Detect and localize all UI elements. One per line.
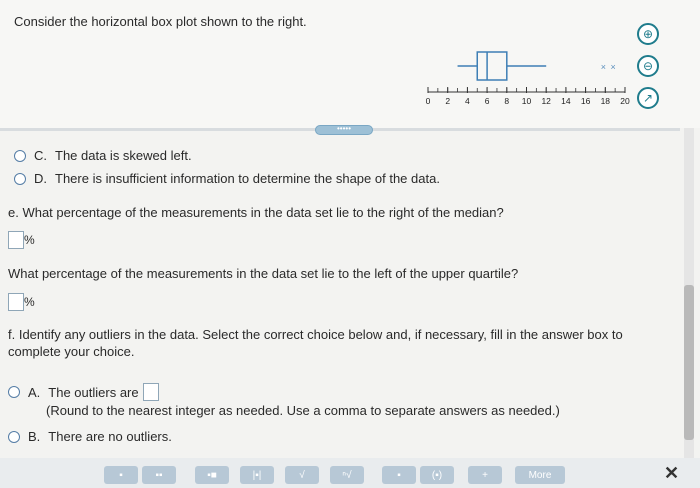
tick-label: 4 xyxy=(465,96,470,106)
iqr-box xyxy=(476,51,508,81)
open-external-icon[interactable]: ↗ xyxy=(637,87,659,109)
part-f-prompt-line1: f. Identify any outliers in the data. Se… xyxy=(8,327,623,342)
tick-label: 6 xyxy=(485,96,490,106)
option-d-letter: D. xyxy=(34,171,47,186)
plus-tool-icon[interactable]: + xyxy=(468,466,502,484)
part-f-prompt-line2: complete your choice. xyxy=(8,344,135,359)
part-e-prompt: e. What percentage of the measurements i… xyxy=(8,205,504,220)
option-b-letter: B. xyxy=(28,429,41,444)
tick-label: 20 xyxy=(620,96,630,106)
option-c[interactable]: C. The data is skewed left. xyxy=(14,148,192,163)
tick-label: 12 xyxy=(541,96,551,106)
resize-handle[interactable]: ••••• xyxy=(315,125,373,135)
outliers-answer-box[interactable] xyxy=(142,383,159,401)
tick-label: 14 xyxy=(561,96,571,106)
option-a-letter: A. xyxy=(28,384,41,400)
part-e-prompt-2: What percentage of the measurements in t… xyxy=(8,266,519,281)
tick-label: 10 xyxy=(522,96,532,106)
nth-root-tool-icon[interactable]: ⁿ√ xyxy=(330,466,364,484)
option-d[interactable]: D. There is insufficient information to … xyxy=(14,171,440,186)
mixed-number-tool-icon[interactable]: ▪▪ xyxy=(142,466,176,484)
tick-label: 0 xyxy=(426,96,431,106)
tick-label: 8 xyxy=(504,96,509,106)
percent-unit: % xyxy=(24,233,35,247)
tick-label: 18 xyxy=(601,96,611,106)
radio-option-b[interactable] xyxy=(8,430,20,443)
option-a[interactable]: A. The outliers are xyxy=(8,383,159,401)
tick-label: 2 xyxy=(445,96,450,106)
radio-option-c[interactable] xyxy=(14,149,26,162)
parentheses-tool-icon[interactable]: (▪) xyxy=(420,466,454,484)
answer-box-right-of-median[interactable] xyxy=(8,231,24,249)
answer-e1-row: % xyxy=(8,231,35,249)
decimal-tool-icon[interactable]: ▪ xyxy=(382,466,416,484)
answer-e2-row: % xyxy=(8,293,35,311)
option-c-letter: C. xyxy=(34,148,47,163)
option-a-hint: (Round to the nearest integer as needed.… xyxy=(46,403,560,418)
radio-option-a[interactable] xyxy=(8,386,20,398)
sqrt-tool-icon[interactable]: √ xyxy=(285,466,319,484)
more-button[interactable]: More xyxy=(515,466,565,484)
absolute-value-tool-icon[interactable]: |▪| xyxy=(240,466,274,484)
outlier-mark: × xyxy=(601,62,606,72)
close-icon[interactable]: ✕ xyxy=(664,463,679,484)
answer-box-left-of-upper-quartile[interactable] xyxy=(8,293,24,311)
exponent-tool-icon[interactable]: ▪■ xyxy=(195,466,229,484)
option-a-text: The outliers are xyxy=(48,384,139,400)
tick-label: 16 xyxy=(581,96,591,106)
radio-option-d[interactable] xyxy=(14,172,26,185)
zoom-in-icon[interactable]: ⊕ xyxy=(637,23,659,45)
percent-unit-2: % xyxy=(24,295,35,309)
question-intro: Consider the horizontal box plot shown t… xyxy=(14,14,307,29)
option-b-text: There are no outliers. xyxy=(48,429,172,444)
option-b[interactable]: B. There are no outliers. xyxy=(8,429,172,444)
option-d-text: There is insufficient information to det… xyxy=(55,171,440,186)
outlier-mark: × xyxy=(611,62,616,72)
fraction-tool-icon[interactable]: ▪ xyxy=(104,466,138,484)
option-c-text: The data is skewed left. xyxy=(55,148,192,163)
scrollbar-thumb[interactable] xyxy=(684,285,694,440)
box-plot: × × 0 2 4 6 8 10 12 14 16 18 20 xyxy=(426,51,630,106)
zoom-out-icon[interactable]: ⊖ xyxy=(637,55,659,77)
